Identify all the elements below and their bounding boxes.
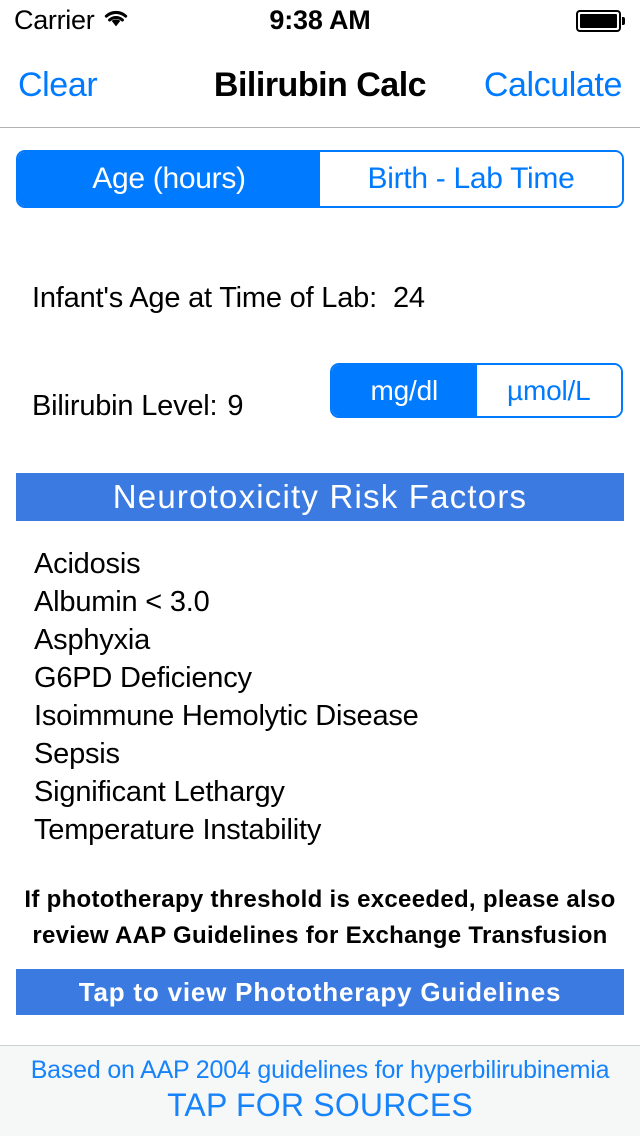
list-item[interactable]: G6PD Deficiency <box>34 659 594 697</box>
list-item[interactable]: Asphyxia <box>34 621 594 659</box>
list-item[interactable]: Isoimmune Hemolytic Disease <box>34 697 594 735</box>
segment-birth-lab-time[interactable]: Birth - Lab Time <box>320 152 622 206</box>
status-bar-clock: 9:38 AM <box>269 4 371 35</box>
infant-age-row: Infant's Age at Time of Lab: 24 <box>32 282 425 315</box>
segment-umol-per-l[interactable]: µmol/L <box>476 365 621 416</box>
phototherapy-note-line-1: If phototherapy threshold is exceeded, p… <box>24 886 616 913</box>
list-item[interactable]: Albumin < 3.0 <box>34 583 594 621</box>
tap-for-sources-link[interactable]: TAP FOR SOURCES <box>167 1087 473 1124</box>
calculate-button[interactable]: Calculate <box>484 66 623 105</box>
list-item[interactable]: Acidosis <box>34 545 594 583</box>
phototherapy-note-line-2: review AAP Guidelines for Exchange Trans… <box>32 922 608 949</box>
infant-age-label: Infant's Age at Time of Lab: <box>32 282 377 314</box>
neurotoxicity-risk-factors-header: Neurotoxicity Risk Factors <box>16 473 624 521</box>
segment-age-hours[interactable]: Age (hours) <box>18 152 320 206</box>
risk-factors-list: Acidosis Albumin < 3.0 Asphyxia G6PD Def… <box>34 545 594 849</box>
units-segmented-control[interactable]: mg/dl µmol/L <box>330 363 623 418</box>
segment-mgdl[interactable]: mg/dl <box>332 365 477 416</box>
bilirubin-level-input[interactable]: 9 <box>227 390 247 423</box>
phototherapy-note: If phototherapy threshold is exceeded, p… <box>20 882 620 954</box>
age-mode-segmented-control[interactable]: Age (hours) Birth - Lab Time <box>16 150 624 208</box>
bilirubin-level-row: Bilirubin Level: 9 <box>32 390 247 423</box>
status-bar: Carrier 9:38 AM <box>0 0 640 40</box>
footer-guidelines-text: Based on AAP 2004 guidelines for hyperbi… <box>30 1056 610 1084</box>
list-item[interactable]: Significant Lethargy <box>34 773 594 811</box>
sources-footer[interactable]: Based on AAP 2004 guidelines for hyperbi… <box>0 1045 640 1136</box>
bilirubin-level-label: Bilirubin Level: <box>32 390 218 422</box>
infant-age-input[interactable]: 24 <box>393 282 425 315</box>
list-item[interactable]: Sepsis <box>34 735 594 773</box>
battery-full-icon <box>576 10 626 32</box>
list-item[interactable]: Temperature Instability <box>34 811 594 849</box>
navigation-bar: Clear Bilirubin Calc Calculate <box>0 40 640 128</box>
view-phototherapy-guidelines-button[interactable]: Tap to view Phototherapy Guidelines <box>16 969 624 1015</box>
